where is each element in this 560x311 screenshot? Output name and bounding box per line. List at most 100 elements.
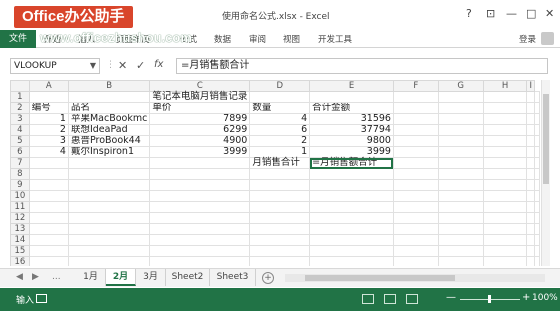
column-header[interactable]: B	[67, 80, 151, 92]
zoom-slider-thumb[interactable]	[488, 295, 491, 303]
login-link[interactable]: 登录	[519, 33, 536, 45]
column-header[interactable]: G	[437, 80, 484, 92]
cell[interactable]	[392, 179, 439, 191]
cell[interactable]: 6299	[149, 124, 251, 136]
vertical-scrollbar[interactable]	[541, 80, 550, 266]
sheet-tab-sheet3[interactable]: Sheet3	[210, 269, 256, 286]
cell[interactable]	[482, 223, 528, 235]
ribbon-display-options-icon[interactable]: ⊡	[486, 8, 495, 20]
cell[interactable]	[28, 190, 69, 202]
cell[interactable]	[149, 168, 251, 180]
cell[interactable]	[437, 146, 484, 158]
cell[interactable]	[482, 124, 528, 136]
cell[interactable]	[482, 256, 528, 266]
cell[interactable]	[526, 146, 535, 158]
cell[interactable]	[392, 201, 439, 213]
enter-icon[interactable]: ✓	[136, 59, 145, 72]
zoom-out-icon[interactable]: —	[446, 292, 456, 303]
cell[interactable]: 合计金额	[309, 102, 394, 114]
cell[interactable]: 3999	[149, 146, 251, 158]
cell[interactable]	[249, 91, 311, 103]
row-header[interactable]: 16	[10, 256, 30, 266]
column-header[interactable]: A	[28, 80, 69, 92]
cell[interactable]	[534, 190, 540, 202]
cell[interactable]: 笔记本电脑月销售记录	[149, 91, 251, 103]
cell[interactable]	[392, 113, 439, 125]
cell[interactable]	[67, 245, 151, 257]
cell[interactable]	[482, 168, 528, 180]
column-header[interactable]: H	[482, 80, 528, 92]
cell[interactable]: 联想IdeaPad	[67, 124, 151, 136]
tab-view[interactable]: 视图	[283, 33, 300, 45]
cell[interactable]	[28, 223, 69, 235]
cell[interactable]	[309, 212, 394, 224]
cell[interactable]	[482, 179, 528, 191]
cell[interactable]	[437, 256, 484, 266]
cell[interactable]	[437, 179, 484, 191]
cell[interactable]	[526, 190, 535, 202]
column-header[interactable]: E	[309, 80, 394, 92]
row-header[interactable]: 7	[10, 157, 30, 169]
cell[interactable]	[534, 179, 540, 191]
cell[interactable]	[28, 212, 69, 224]
cell[interactable]: 3999	[309, 146, 394, 158]
cell[interactable]	[309, 223, 394, 235]
cell[interactable]	[526, 157, 535, 169]
cell[interactable]	[526, 179, 535, 191]
cell[interactable]	[67, 91, 151, 103]
cell[interactable]: 1	[28, 113, 69, 125]
cell[interactable]	[67, 168, 151, 180]
row-header[interactable]: 2	[10, 102, 30, 114]
cell[interactable]	[534, 256, 540, 266]
cell[interactable]	[526, 245, 535, 257]
cell[interactable]	[392, 146, 439, 158]
cell[interactable]	[149, 190, 251, 202]
cell[interactable]	[249, 190, 311, 202]
page-break-view-icon[interactable]	[406, 294, 418, 304]
cell[interactable]	[482, 157, 528, 169]
cell[interactable]	[309, 234, 394, 246]
cell[interactable]	[309, 179, 394, 191]
maximize-icon[interactable]: □	[526, 8, 536, 20]
cell[interactable]	[392, 168, 439, 180]
prev-sheet-icon[interactable]: ◀	[16, 272, 23, 282]
cell[interactable]	[526, 124, 535, 136]
cell[interactable]	[67, 223, 151, 235]
cell[interactable]	[149, 179, 251, 191]
row-header[interactable]: 8	[10, 168, 30, 180]
cell[interactable]: 9800	[309, 135, 394, 147]
cell[interactable]	[392, 234, 439, 246]
cell[interactable]: 7899	[149, 113, 251, 125]
cell[interactable]	[526, 201, 535, 213]
cell[interactable]	[526, 113, 535, 125]
cell[interactable]	[526, 234, 535, 246]
row-header[interactable]: 11	[10, 201, 30, 213]
cell[interactable]	[526, 102, 535, 114]
cell[interactable]	[67, 179, 151, 191]
cancel-icon[interactable]: ✕	[118, 59, 127, 72]
cell[interactable]: 4900	[149, 135, 251, 147]
cell[interactable]	[482, 113, 528, 125]
row-header[interactable]: 14	[10, 234, 30, 246]
cell[interactable]	[437, 212, 484, 224]
cell[interactable]	[28, 245, 69, 257]
cell[interactable]	[149, 256, 251, 266]
cell[interactable]	[249, 201, 311, 213]
cell[interactable]	[392, 124, 439, 136]
cell[interactable]	[28, 168, 69, 180]
cell[interactable]	[482, 102, 528, 114]
cell[interactable]: 苹果MacBookmc	[67, 113, 151, 125]
cell[interactable]	[149, 157, 251, 169]
cell[interactable]	[534, 245, 540, 257]
cell[interactable]	[249, 212, 311, 224]
cell[interactable]: 4	[28, 146, 69, 158]
row-header[interactable]: 6	[10, 146, 30, 158]
cell[interactable]	[534, 168, 540, 180]
cell[interactable]	[392, 256, 439, 266]
cell[interactable]	[437, 124, 484, 136]
cell[interactable]	[67, 234, 151, 246]
cell[interactable]	[249, 234, 311, 246]
vertical-scroll-thumb[interactable]	[543, 94, 549, 184]
cell[interactable]	[482, 212, 528, 224]
cell[interactable]	[437, 135, 484, 147]
